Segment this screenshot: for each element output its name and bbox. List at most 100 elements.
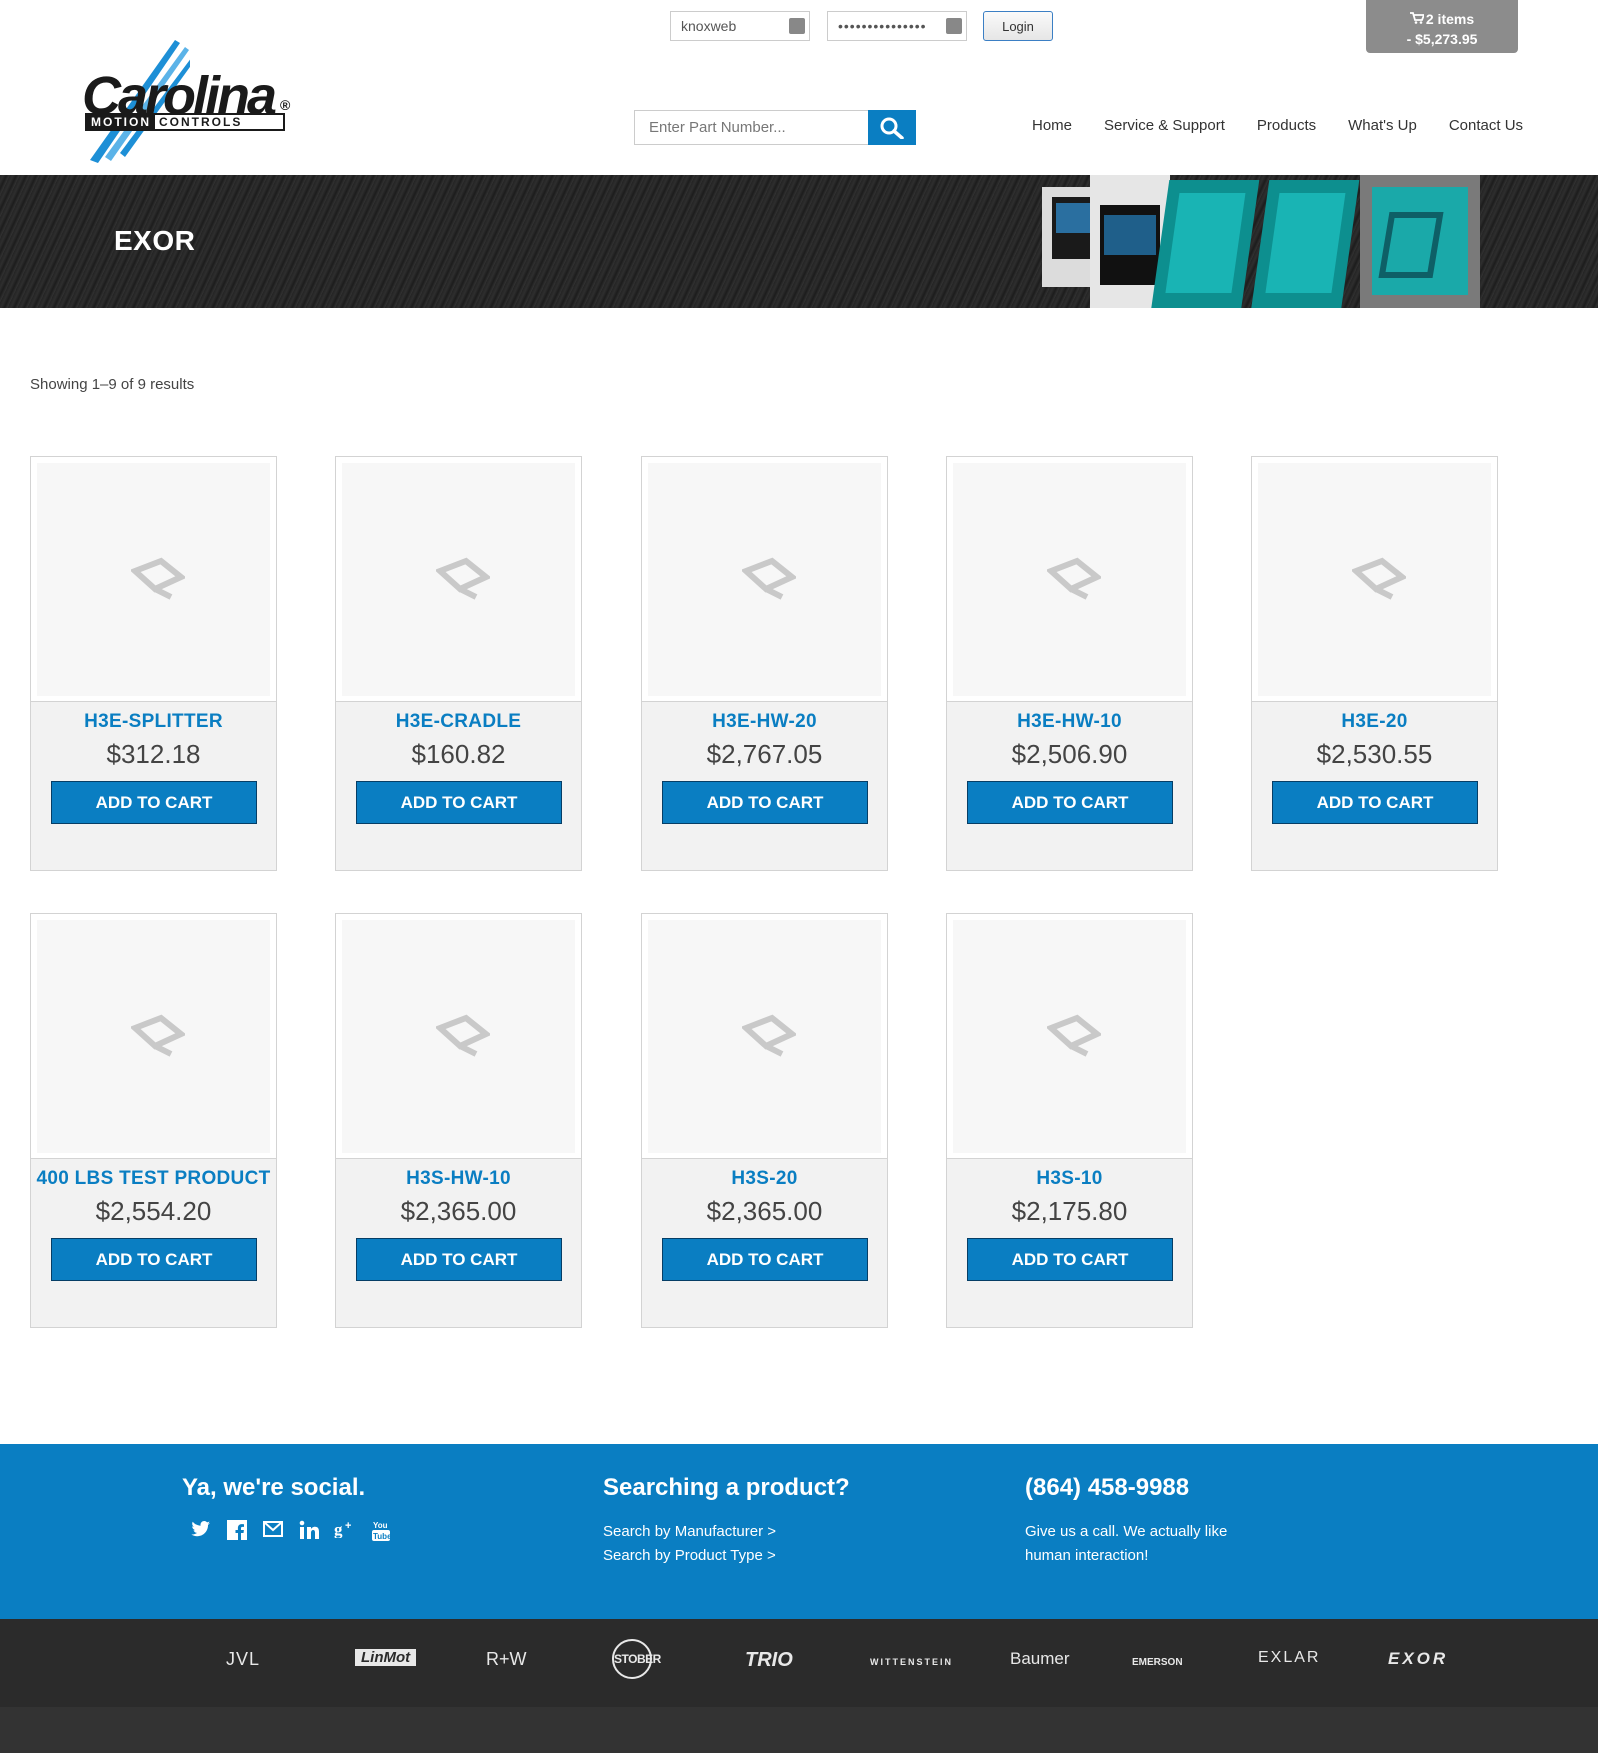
search-by-product-type-link[interactable]: Search by Product Type > — [603, 1544, 850, 1568]
footer-call-line-1: Give us a call. We actually like — [1025, 1523, 1228, 1540]
manufacturer-logo-bar: JVL LinMot R+W STOBER TRIO WITTENSTEIN B… — [0, 1619, 1598, 1707]
logo-sub-controls: CONTROLS — [159, 115, 243, 129]
brand-linmot-logo[interactable]: LinMot — [355, 1649, 417, 1666]
linkedin-icon[interactable] — [298, 1520, 320, 1548]
nav-whats-up[interactable]: What's Up — [1332, 116, 1433, 136]
product-price: $2,530.55 — [1316, 739, 1433, 769]
brand-baumer-logo[interactable]: Baumer — [1010, 1649, 1070, 1669]
brand-emerson-logo[interactable]: EMERSON — [1132, 1657, 1183, 1668]
site-footer: Ya, we're social. g + You Tube Searching a… — [0, 1444, 1598, 1619]
product-card: H3S-10 $2,175.80 ADD TO CART — [946, 913, 1193, 1328]
add-to-cart-button[interactable]: ADD TO CART — [51, 781, 257, 824]
product-name[interactable]: 400 LBS TEST PRODUCT — [31, 1168, 276, 1190]
product-price: $2,767.05 — [706, 739, 823, 769]
product-image[interactable] — [336, 457, 581, 702]
google-plus-icon[interactable]: g + — [334, 1520, 356, 1548]
product-image[interactable] — [947, 457, 1192, 702]
product-image[interactable] — [947, 914, 1192, 1159]
product-price: $160.82 — [411, 739, 506, 769]
part-number-search-input[interactable]: Enter Part Number... — [634, 110, 869, 145]
password-input[interactable]: ••••••••••••••• — [827, 11, 967, 41]
placeholder-frame — [342, 920, 575, 1153]
product-card: H3E-HW-10 $2,506.90 ADD TO CART — [946, 456, 1193, 871]
brand-trio-logo[interactable]: TRIO — [745, 1649, 793, 1672]
add-to-cart-button[interactable]: ADD TO CART — [967, 1238, 1173, 1281]
add-to-cart-button[interactable]: ADD TO CART — [662, 781, 868, 824]
email-icon[interactable] — [262, 1520, 284, 1548]
brand-exor-logo[interactable]: EXOR — [1388, 1649, 1448, 1669]
add-to-cart-button[interactable]: ADD TO CART — [51, 1238, 257, 1281]
cart-item-count: 2 items — [1425, 11, 1475, 27]
brand-rw-logo[interactable]: R+W — [486, 1649, 527, 1670]
product-card: H3E-20 $2,530.55 ADD TO CART — [1251, 456, 1498, 871]
search-by-manufacturer-link[interactable]: Search by Manufacturer > — [603, 1520, 850, 1544]
search-icon — [880, 117, 904, 139]
brand-exlar-logo[interactable]: EXLAR — [1258, 1649, 1320, 1667]
product-name[interactable]: H3E-HW-20 — [642, 711, 887, 733]
logo-registered-mark: ® — [280, 97, 291, 113]
image-placeholder-icon — [1047, 1014, 1101, 1057]
brand-stober-logo[interactable]: STOBER — [612, 1639, 661, 1679]
image-placeholder-icon — [742, 1014, 796, 1057]
placeholder-frame — [648, 920, 881, 1153]
search-placeholder: Enter Part Number... — [649, 119, 786, 136]
placeholder-frame — [1258, 463, 1491, 696]
footer-social-column: Ya, we're social. g + You Tube — [182, 1474, 392, 1548]
twitter-icon[interactable] — [190, 1520, 212, 1548]
footer-social-title: Ya, we're social. — [182, 1474, 366, 1501]
carolina-logo[interactable]: Carolina ® MOTION CONTROLS — [80, 35, 300, 165]
add-to-cart-button[interactable]: ADD TO CART — [1272, 781, 1478, 824]
social-links: g + You Tube — [190, 1520, 392, 1548]
product-image[interactable] — [642, 457, 887, 702]
footer-phone[interactable]: (864) 458-9988 — [1025, 1474, 1227, 1502]
placeholder-frame — [342, 463, 575, 696]
svg-text:g: g — [334, 1520, 343, 1538]
product-image[interactable] — [1252, 457, 1497, 702]
image-placeholder-icon — [742, 557, 796, 600]
nav-products[interactable]: Products — [1241, 116, 1332, 136]
hmi-devices-image — [1042, 175, 1480, 308]
add-to-cart-button[interactable]: ADD TO CART — [967, 781, 1173, 824]
add-to-cart-button[interactable]: ADD TO CART — [662, 1238, 868, 1281]
product-name[interactable]: H3E-20 — [1252, 711, 1497, 733]
logo-sub-motion: MOTION — [87, 115, 155, 129]
product-name[interactable]: H3E-SPLITTER — [31, 711, 276, 733]
product-name[interactable]: H3S-20 — [642, 1168, 887, 1190]
brand-wittenstein-logo[interactable]: WITTENSTEIN — [870, 1657, 953, 1667]
login-button[interactable]: Login — [983, 11, 1053, 41]
nav-home[interactable]: Home — [1016, 116, 1088, 136]
facebook-icon[interactable] — [226, 1520, 248, 1548]
youtube-icon[interactable]: You Tube — [370, 1520, 392, 1548]
add-to-cart-button[interactable]: ADD TO CART — [356, 781, 562, 824]
svg-text:Tube: Tube — [373, 1532, 390, 1541]
brand-jvl-logo[interactable]: JVL — [226, 1649, 260, 1670]
product-image[interactable] — [31, 457, 276, 702]
mini-cart[interactable]: 2 items - $5,273.95 — [1366, 0, 1518, 53]
category-banner: EXOR — [0, 175, 1598, 308]
product-price: $312.18 — [106, 739, 201, 769]
footer-search-title: Searching a product? — [603, 1474, 850, 1501]
search-button[interactable] — [868, 110, 916, 145]
product-image[interactable] — [336, 914, 581, 1159]
password-manager-icon[interactable] — [789, 18, 805, 34]
product-image[interactable] — [31, 914, 276, 1159]
image-placeholder-icon — [436, 1014, 490, 1057]
product-card: H3E-SPLITTER $312.18 ADD TO CART — [30, 456, 277, 871]
product-name[interactable]: H3E-CRADLE — [336, 711, 581, 733]
username-value: knoxweb — [681, 18, 737, 34]
product-name[interactable]: H3S-HW-10 — [336, 1168, 581, 1190]
placeholder-frame — [953, 920, 1186, 1153]
product-card: H3E-HW-20 $2,767.05 ADD TO CART — [641, 456, 888, 871]
product-price: $2,175.80 — [1011, 1196, 1128, 1226]
product-price: $2,365.00 — [400, 1196, 517, 1226]
product-name[interactable]: H3S-10 — [947, 1168, 1192, 1190]
main-nav: Home Service & Support Products What's U… — [1016, 116, 1539, 136]
add-to-cart-button[interactable]: ADD TO CART — [356, 1238, 562, 1281]
product-image[interactable] — [642, 914, 887, 1159]
nav-contact-us[interactable]: Contact Us — [1433, 116, 1539, 136]
product-name[interactable]: H3E-HW-10 — [947, 711, 1192, 733]
nav-service-support[interactable]: Service & Support — [1088, 116, 1241, 136]
footer-search-column: Searching a product? Search by Manufactu… — [603, 1474, 850, 1568]
password-manager-icon[interactable] — [946, 18, 962, 34]
username-input[interactable]: knoxweb — [670, 11, 810, 41]
